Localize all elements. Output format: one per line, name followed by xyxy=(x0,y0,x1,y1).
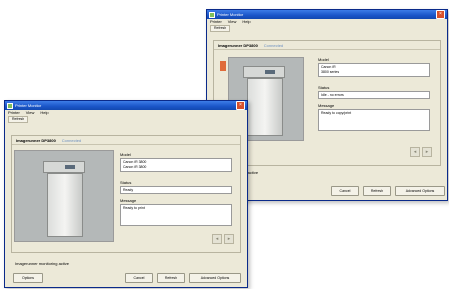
copier-scanner xyxy=(243,66,285,78)
refresh-toolbar-button[interactable]: Refresh xyxy=(210,25,231,32)
arrow-left-icon[interactable]: ◂ xyxy=(410,147,420,157)
refresh-button[interactable]: Refresh xyxy=(363,186,391,196)
printer-image xyxy=(14,150,114,242)
copier-body xyxy=(247,78,283,136)
copier-scanner xyxy=(43,161,85,173)
title-bar[interactable]: Printer Monitor × xyxy=(5,101,247,110)
model-label: Model xyxy=(120,152,131,157)
close-icon[interactable]: × xyxy=(236,101,245,110)
advanced-options-button[interactable]: Advanced Options xyxy=(189,273,241,283)
app-icon xyxy=(209,11,215,18)
panel-header: Imagerunner DP3800 Connected xyxy=(214,41,440,50)
connection-status: Connected xyxy=(263,42,284,48)
model-field: Canon iR 3800 series xyxy=(318,63,430,77)
monitor-status-text: Imagerunner monitoring active xyxy=(15,261,70,266)
cancel-button[interactable]: Cancel xyxy=(331,186,359,196)
arrow-right-icon[interactable]: ▸ xyxy=(224,234,234,244)
copier-control-panel xyxy=(65,165,75,169)
advanced-options-button[interactable]: Advanced Options xyxy=(395,186,445,196)
title-bar[interactable]: Printer Monitor × xyxy=(207,10,447,19)
message-field: Ready to print xyxy=(120,204,232,226)
printer-panel: Imagerunner DP3800 Connected Model Canon… xyxy=(11,135,241,253)
menu-item-help[interactable]: Help xyxy=(40,110,48,116)
connection-status: Connected xyxy=(61,137,82,143)
arrow-right-icon[interactable]: ▸ xyxy=(422,147,432,157)
status-field: Idle - no errors xyxy=(318,91,430,99)
copier-body xyxy=(47,173,83,237)
window-title: Printer Monitor xyxy=(15,103,42,108)
printer-model: Imagerunner DP3800 xyxy=(16,137,56,143)
status-label: Status xyxy=(318,85,330,90)
close-icon[interactable]: × xyxy=(436,10,445,19)
printer-monitor-window-front[interactable]: Printer Monitor × Printer View Help Refr… xyxy=(4,100,248,288)
options-button[interactable]: Options xyxy=(13,273,43,283)
message-label: Message xyxy=(120,198,137,203)
alert-indicator xyxy=(220,61,226,71)
window-title: Printer Monitor xyxy=(217,12,244,17)
message-field: Ready to copy/print xyxy=(318,109,430,131)
refresh-toolbar-button[interactable]: Refresh xyxy=(8,116,29,123)
model-line-2: Canon iR 3800 xyxy=(123,164,147,169)
copier-control-panel xyxy=(265,70,275,74)
app-icon xyxy=(7,102,13,109)
model-field: Canon iR 3800 Canon iR 3800 xyxy=(120,158,232,172)
toolbar: Refresh xyxy=(5,116,247,123)
message-label: Message xyxy=(318,103,335,108)
arrow-left-icon[interactable]: ◂ xyxy=(212,234,222,244)
cancel-button[interactable]: Cancel xyxy=(125,273,153,283)
menu-item-help[interactable]: Help xyxy=(242,19,250,25)
model-line-2: 3800 series xyxy=(321,69,340,74)
printer-model: Imagerunner DP3800 xyxy=(218,42,258,48)
panel-header: Imagerunner DP3800 Connected xyxy=(12,136,240,145)
status-label: Status xyxy=(120,180,132,185)
model-label: Model xyxy=(318,57,329,62)
toolbar: Refresh xyxy=(207,25,447,32)
status-field: Ready xyxy=(120,186,232,194)
refresh-button[interactable]: Refresh xyxy=(157,273,185,283)
